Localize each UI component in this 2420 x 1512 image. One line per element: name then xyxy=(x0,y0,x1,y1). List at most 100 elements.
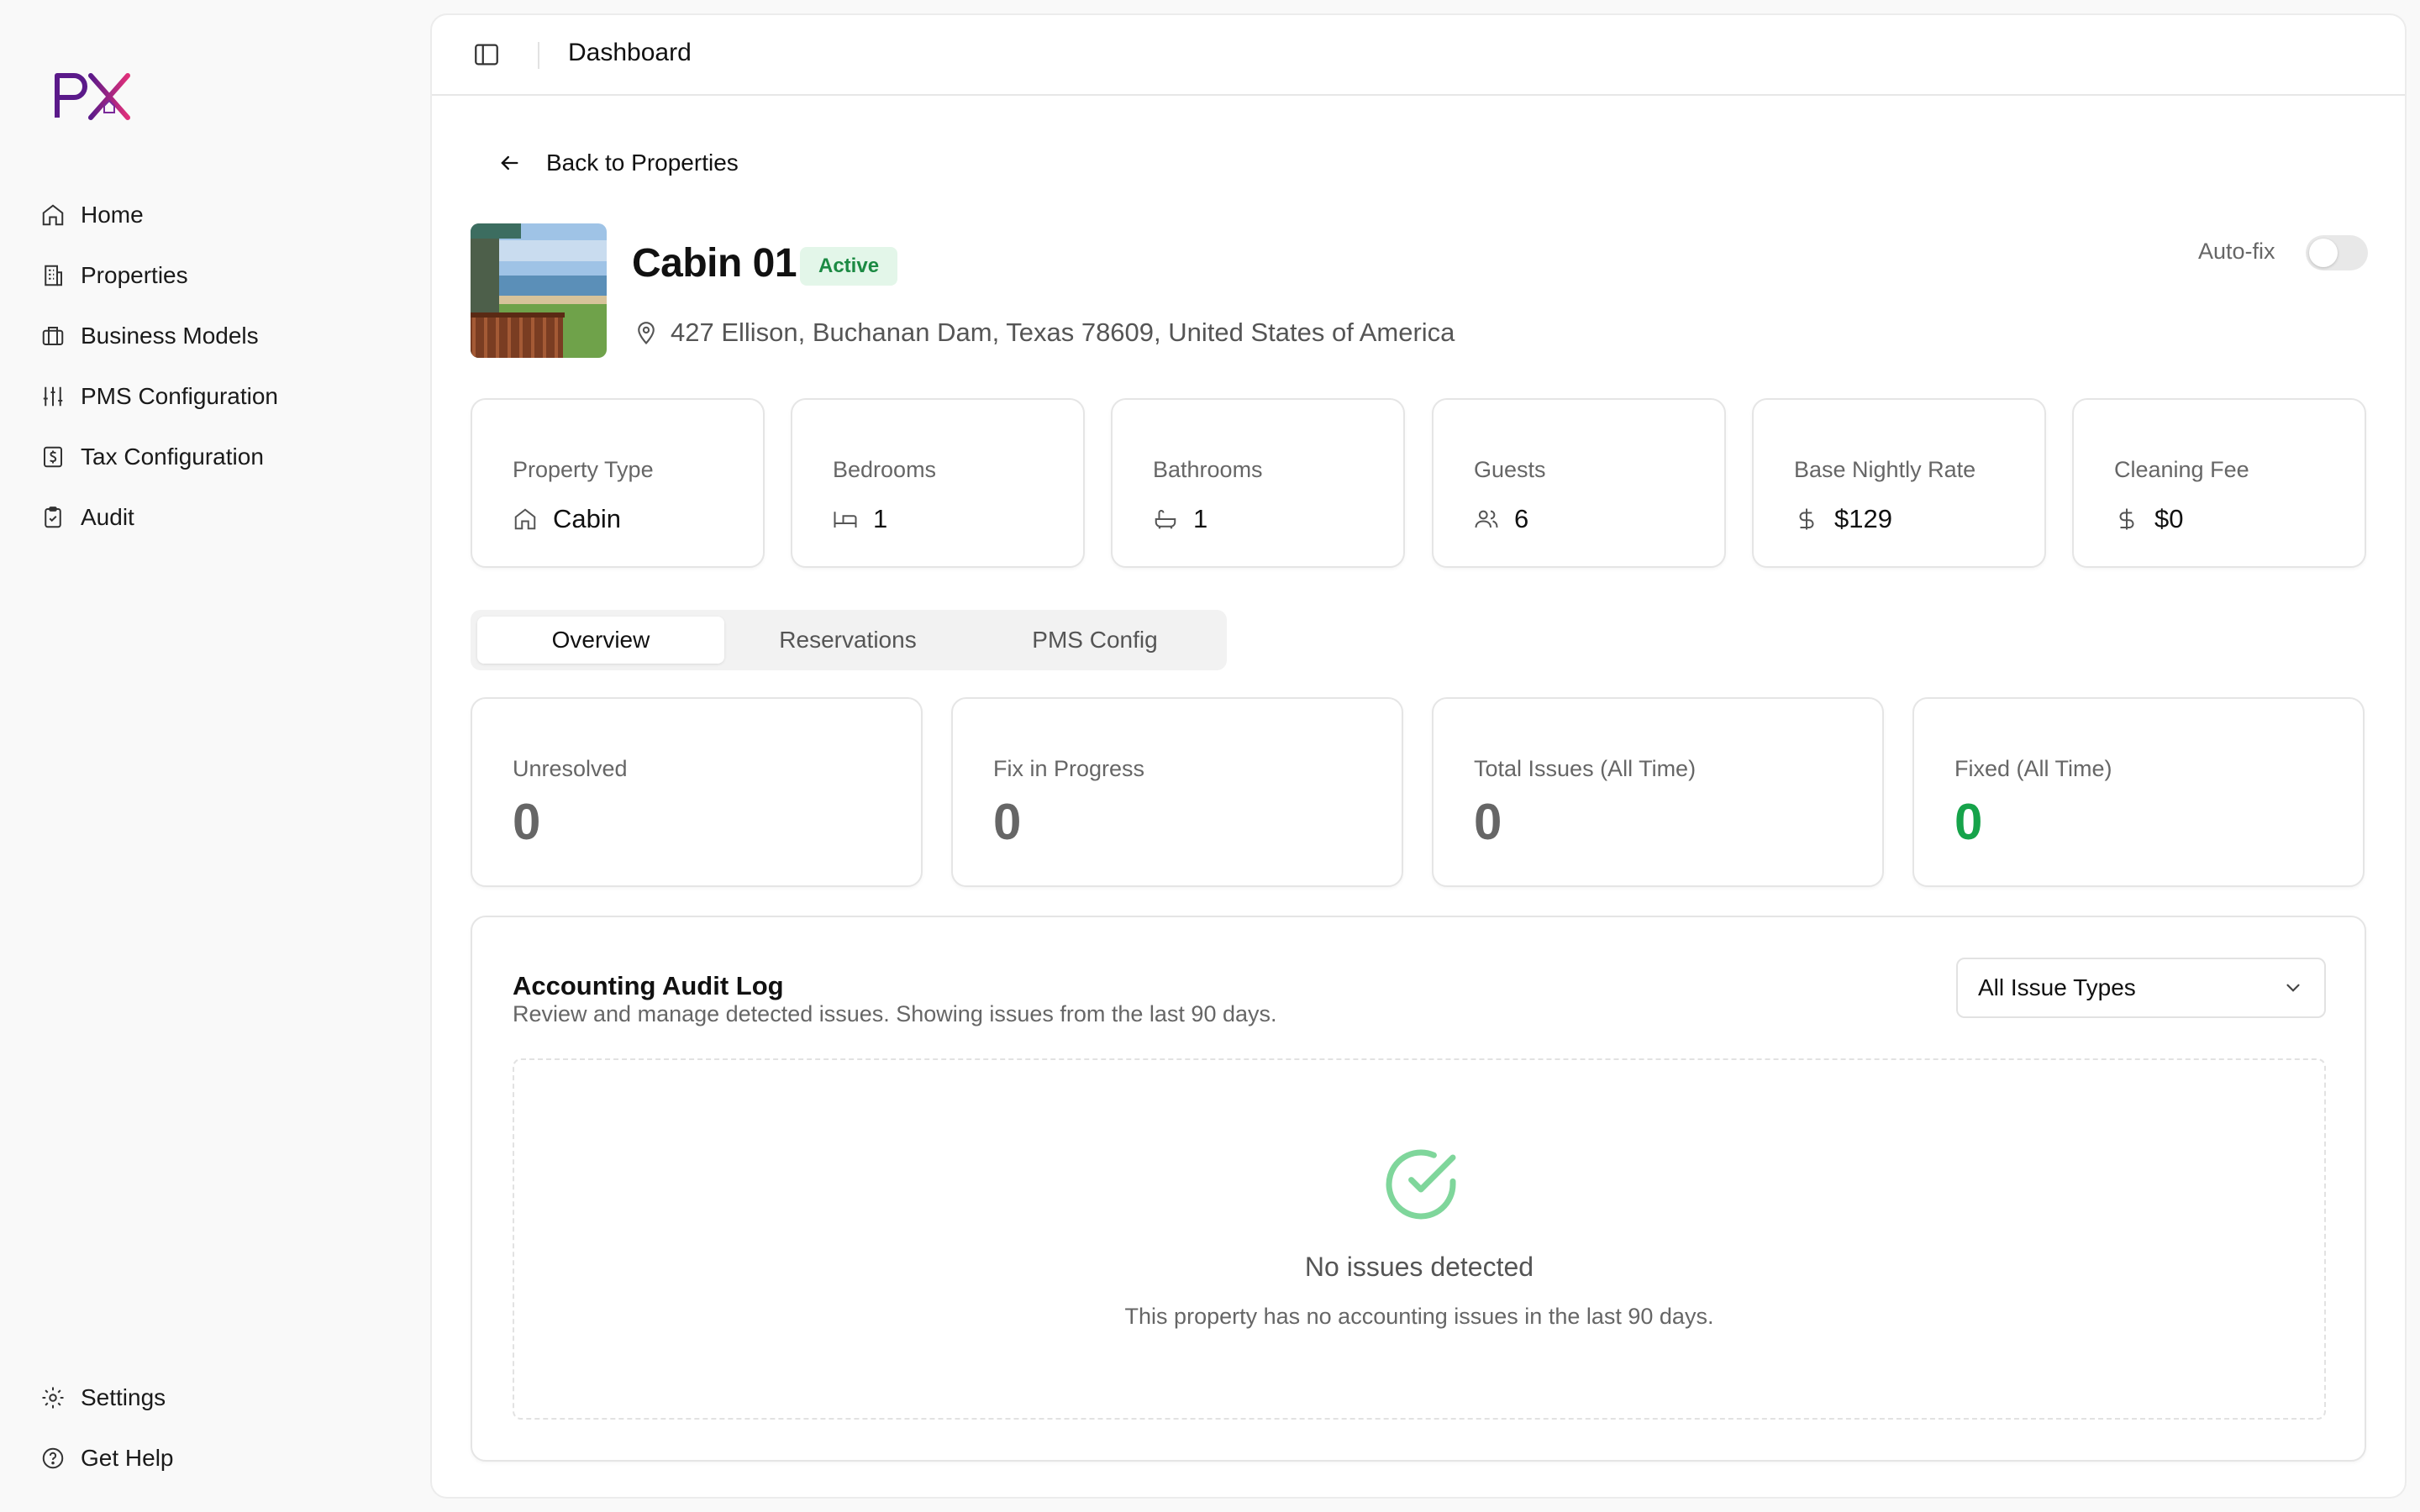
dollar-icon xyxy=(1799,508,1814,530)
stat-value-text: 1 xyxy=(1193,504,1208,533)
property-address: 427 Ellison, Buchanan Dam, Texas 78609, … xyxy=(634,318,1455,348)
home-icon xyxy=(514,508,536,530)
sidebar-toggle-icon[interactable] xyxy=(472,40,501,69)
autofix-toggle[interactable] xyxy=(2306,235,2368,270)
sidebar-item-label: Business Models xyxy=(81,323,259,349)
empty-state-subtitle: This property has no accounting issues i… xyxy=(1124,1304,1714,1329)
stat-value: $129 xyxy=(1794,504,1892,534)
sidebar-item-label: Properties xyxy=(81,262,188,288)
cabin-photo xyxy=(471,223,607,358)
sidebar-item-home[interactable]: Home xyxy=(30,192,408,239)
stat-card-base-nightly-rate: Base Nightly Rate $129 xyxy=(1752,398,2046,568)
back-link-label: Back to Properties xyxy=(546,150,739,176)
stat-card-bathrooms: Bathrooms 1 xyxy=(1111,398,1405,568)
metric-value: 0 xyxy=(513,794,541,850)
stat-value: $0 xyxy=(2114,504,2183,534)
metric-label: Fix in Progress xyxy=(993,756,1145,781)
stat-value-text: $129 xyxy=(1834,504,1892,533)
metric-value: 0 xyxy=(1954,794,1983,850)
sidebar-item-get-help[interactable]: Get Help xyxy=(30,1435,408,1482)
metric-card-unresolved: Unresolved 0 xyxy=(471,697,923,887)
issue-type-select[interactable]: All Issue Types xyxy=(1956,958,2326,1018)
building-icon xyxy=(45,265,62,286)
topbar-divider xyxy=(538,42,539,69)
sidebar-item-label: Audit xyxy=(81,504,134,530)
stat-label: Bathrooms xyxy=(1153,457,1263,482)
property-name: Cabin 01 xyxy=(632,241,797,286)
briefcase-icon xyxy=(42,327,64,345)
bath-icon xyxy=(1155,510,1176,529)
sidebar-item-label: Tax Configuration xyxy=(81,444,264,470)
check-circle-icon xyxy=(1386,1149,1456,1220)
stat-label: Property Type xyxy=(513,457,654,482)
stat-value: 1 xyxy=(1153,504,1207,534)
stat-label: Guests xyxy=(1474,457,1546,482)
stat-value-text: Cabin xyxy=(553,504,621,533)
metric-card-fixed: Fixed (All Time) 0 xyxy=(1912,697,2365,887)
stat-label: Bedrooms xyxy=(833,457,937,482)
sliders-icon xyxy=(43,386,63,407)
empty-state-title: No issues detected xyxy=(1304,1252,1534,1282)
metric-card-total-issues: Total Issues (All Time) 0 xyxy=(1432,697,1884,887)
px-logo[interactable] xyxy=(50,66,143,126)
property-thumbnail xyxy=(471,223,607,358)
home-icon xyxy=(42,204,64,226)
sidebar-item-business-models[interactable]: Business Models xyxy=(30,312,408,360)
stat-label: Base Nightly Rate xyxy=(1794,457,1976,482)
main-panel: Dashboard Back to Properties Cabin 01 Ac… xyxy=(430,13,2407,1499)
bed-icon xyxy=(834,512,857,528)
stat-card-cleaning-fee: Cleaning Fee $0 xyxy=(2072,398,2366,568)
dollar-icon xyxy=(2119,508,2134,530)
stat-value-text: 1 xyxy=(873,504,888,533)
metric-label: Total Issues (All Time) xyxy=(1474,756,1697,781)
metric-value: 0 xyxy=(993,794,1022,850)
sidebar-item-label: Get Help xyxy=(81,1445,174,1471)
stat-value-text: 6 xyxy=(1514,504,1529,533)
tab-pms-config[interactable]: PMS Config xyxy=(971,617,1218,664)
audit-log-subtitle: Review and manage detected issues. Showi… xyxy=(513,1001,1277,1026)
sidebar-item-label: Settings xyxy=(81,1384,166,1410)
stat-card-property-type: Property Type Cabin xyxy=(471,398,765,568)
stat-value: 1 xyxy=(833,504,887,534)
help-circle-icon xyxy=(42,1447,64,1469)
stat-value-text: $0 xyxy=(2154,504,2184,533)
metric-card-fix-in-progress: Fix in Progress 0 xyxy=(951,697,1403,887)
stat-label: Cleaning Fee xyxy=(2114,457,2249,482)
stat-card-bedrooms: Bedrooms 1 xyxy=(791,398,1085,568)
metric-label: Fixed (All Time) xyxy=(1954,756,2112,781)
toggle-knob xyxy=(2309,239,2338,267)
sidebar-item-label: PMS Configuration xyxy=(81,383,279,409)
clipboard-check-icon xyxy=(45,507,61,528)
audit-log-title: Accounting Audit Log xyxy=(513,971,784,1000)
tab-list: Overview Reservations PMS Config xyxy=(471,610,1227,670)
status-badge: Active xyxy=(800,247,898,286)
gear-icon xyxy=(42,1387,64,1409)
arrow-left-icon xyxy=(501,155,518,171)
stat-card-guests: Guests 6 xyxy=(1432,398,1726,568)
sidebar-item-settings[interactable]: Settings xyxy=(30,1374,408,1421)
audit-log-card: Accounting Audit Log Review and manage d… xyxy=(471,916,2366,1462)
map-pin-icon xyxy=(638,322,655,345)
stat-value: 6 xyxy=(1474,504,1528,534)
sidebar-item-label: Home xyxy=(81,202,144,228)
back-to-properties-link[interactable]: Back to Properties xyxy=(497,150,739,176)
address-text: 427 Ellison, Buchanan Dam, Texas 78609, … xyxy=(671,318,1455,347)
logo-mark xyxy=(55,73,130,120)
chevron-down-icon xyxy=(2286,984,2300,992)
sidebar-item-properties[interactable]: Properties xyxy=(30,252,408,299)
topbar: Dashboard xyxy=(432,15,2405,96)
sidebar-item-tax-configuration[interactable]: Tax Configuration xyxy=(30,433,408,480)
sidebar-item-pms-configuration[interactable]: PMS Configuration xyxy=(30,373,408,420)
autofix-label: Auto-fix xyxy=(2198,239,2275,264)
page-title: Dashboard xyxy=(568,39,692,66)
stat-value: Cabin xyxy=(513,504,621,534)
metric-label: Unresolved xyxy=(513,756,628,781)
metric-value: 0 xyxy=(1474,794,1502,850)
select-value: All Issue Types xyxy=(1978,974,2136,1000)
sidebar-item-audit[interactable]: Audit xyxy=(30,494,408,541)
sidebar: Home Properties Business Models PMS Conf… xyxy=(0,0,430,1512)
users-icon xyxy=(1475,510,1498,528)
tab-reservations[interactable]: Reservations xyxy=(724,617,971,664)
receipt-icon xyxy=(44,446,62,468)
tab-overview[interactable]: Overview xyxy=(477,617,724,664)
